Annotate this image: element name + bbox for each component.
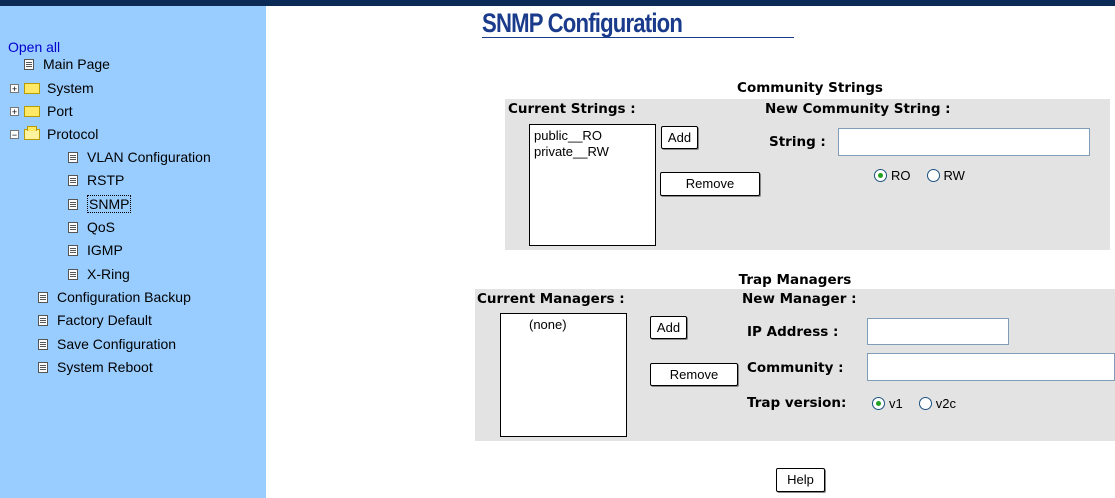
- sidebar-item-label: SNMP: [87, 195, 132, 213]
- ro-radio-label: RO: [891, 168, 911, 183]
- access-radio-group: RO RW: [874, 168, 981, 183]
- remove-community-button[interactable]: Remove: [660, 172, 760, 196]
- help-button[interactable]: Help: [776, 468, 825, 492]
- trap-version-radio-group: v1 v2c: [872, 396, 972, 411]
- current-managers-list[interactable]: (none): [500, 313, 627, 437]
- rw-radio[interactable]: [926, 169, 940, 182]
- v1-radio-label: v1: [889, 396, 903, 411]
- sidebar-item-qos[interactable]: QoS: [68, 217, 115, 237]
- trap-version-label: Trap version:: [747, 395, 847, 411]
- page-icon: [68, 174, 78, 186]
- ro-radio[interactable]: [874, 169, 887, 182]
- sidebar-item-label: Port: [47, 103, 73, 119]
- sidebar-item-system-reboot[interactable]: System Reboot: [38, 357, 153, 377]
- ip-address-label: IP Address :: [747, 324, 839, 340]
- new-manager-label: New Manager :: [742, 291, 857, 307]
- sidebar-item-configuration-backup[interactable]: Configuration Backup: [38, 287, 191, 307]
- sidebar-item-label: VLAN Configuration: [87, 149, 211, 165]
- community-strings-title: Community Strings: [737, 80, 883, 96]
- sidebar-item-igmp[interactable]: IGMP: [68, 240, 123, 260]
- sidebar-item-label: Protocol: [47, 126, 99, 142]
- new-community-string-label: New Community String :: [765, 101, 951, 117]
- trap-managers-title: Trap Managers: [738, 272, 852, 288]
- sidebar-item-main-page[interactable]: Main Page: [24, 54, 110, 74]
- v2c-radio[interactable]: [918, 397, 932, 410]
- sidebar-item-save-configuration[interactable]: Save Configuration: [38, 334, 176, 354]
- page-title: SNMP Configuration: [482, 8, 683, 38]
- list-item[interactable]: public__RO: [534, 128, 651, 144]
- page-icon: [68, 244, 78, 256]
- open-folder-icon: [24, 125, 40, 140]
- current-strings-label: Current Strings :: [508, 101, 636, 117]
- sidebar-item-vlan-configuration[interactable]: VLAN Configuration: [68, 147, 211, 167]
- manager-community-input[interactable]: [867, 353, 1115, 381]
- page-icon: [38, 314, 48, 326]
- sidebar-item-port[interactable]: + Port: [10, 101, 73, 121]
- expand-icon[interactable]: +: [10, 83, 19, 93]
- page-icon: [68, 198, 78, 210]
- expand-icon[interactable]: +: [10, 106, 19, 116]
- page-icon: [68, 268, 78, 280]
- add-community-button[interactable]: Add: [661, 126, 698, 149]
- current-managers-label: Current Managers :: [477, 291, 625, 307]
- sidebar-item-label: QoS: [87, 219, 116, 235]
- folder-icon: [24, 82, 40, 94]
- list-item[interactable]: (none): [529, 317, 622, 333]
- page-icon: [38, 291, 48, 303]
- sidebar-item-label: RSTP: [87, 172, 125, 188]
- remove-manager-button[interactable]: Remove: [650, 363, 738, 386]
- community-label: Community :: [747, 360, 844, 376]
- open-all-link[interactable]: Open all: [8, 39, 60, 55]
- sidebar-item-label: X-Ring: [87, 266, 130, 282]
- page-icon: [68, 151, 78, 163]
- sidebar-item-label: Configuration Backup: [57, 289, 191, 305]
- title-underline: [482, 37, 794, 38]
- page-icon: [24, 58, 34, 70]
- rw-radio-label: RW: [943, 168, 965, 183]
- page-icon: [38, 361, 48, 373]
- community-string-input[interactable]: [838, 128, 1090, 156]
- current-strings-list[interactable]: public__RO private__RW: [529, 124, 656, 246]
- sidebar-item-label: IGMP: [87, 242, 123, 258]
- sidebar-item-label: Main Page: [43, 56, 110, 72]
- add-manager-button[interactable]: Add: [650, 316, 687, 339]
- sidebar-item-protocol[interactable]: − Protocol: [10, 124, 98, 144]
- string-label: String :: [769, 134, 826, 150]
- folder-icon: [24, 105, 40, 117]
- ip-address-input[interactable]: [867, 318, 1009, 345]
- sidebar-item-rstp[interactable]: RSTP: [68, 170, 124, 190]
- collapse-icon[interactable]: −: [10, 129, 19, 139]
- sidebar-item-system[interactable]: + System: [10, 78, 94, 98]
- sidebar-item-label: System: [47, 80, 94, 96]
- sidebar-item-snmp[interactable]: SNMP: [68, 194, 132, 214]
- page-icon: [68, 221, 78, 233]
- sidebar-item-label: Save Configuration: [57, 336, 177, 352]
- page-icon: [38, 338, 48, 350]
- v2c-radio-label: v2c: [935, 396, 956, 411]
- v1-radio[interactable]: [872, 397, 885, 410]
- sidebar-item-x-ring[interactable]: X-Ring: [68, 264, 130, 284]
- sidebar-item-label: System Reboot: [57, 359, 153, 375]
- list-item[interactable]: private__RW: [534, 144, 651, 160]
- sidebar-item-factory-default[interactable]: Factory Default: [38, 310, 152, 330]
- sidebar-tree: Open all Main Page + System + Port − Pro…: [0, 6, 266, 498]
- sidebar-item-label: Factory Default: [57, 312, 152, 328]
